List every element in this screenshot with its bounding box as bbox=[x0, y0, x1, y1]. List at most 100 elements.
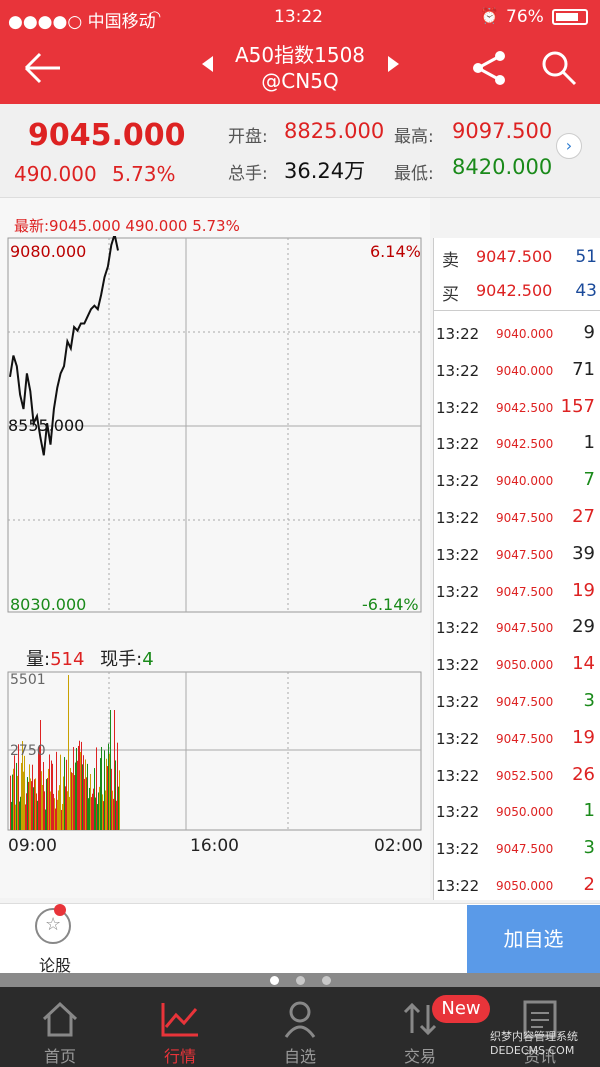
volume-bar bbox=[46, 779, 47, 830]
comment-button[interactable]: ☆ 论股 bbox=[30, 904, 80, 975]
expand-info-icon[interactable]: › bbox=[556, 133, 582, 159]
volume-bar bbox=[29, 764, 30, 830]
add-watchlist-button[interactable]: 加自选 bbox=[467, 905, 600, 973]
tab-watchlist-label: 自选 bbox=[283, 1047, 316, 1066]
tick-price: 9040.000 bbox=[496, 363, 554, 378]
tick-time: 13:22 bbox=[436, 472, 480, 491]
tick-price: 9047.500 bbox=[496, 731, 554, 746]
volume-bar bbox=[94, 768, 95, 830]
volume-bar bbox=[34, 779, 35, 830]
tab-home[interactable]: 首页 bbox=[0, 987, 120, 1067]
tick-row: 13:22 9050.000 1 bbox=[434, 796, 600, 832]
pct-top-label: 6.14% bbox=[370, 242, 421, 261]
volume-bar bbox=[113, 798, 114, 830]
tick-volume: 2 bbox=[583, 874, 595, 895]
latest-quote-line: 最新:9045.000 490.000 5.73% bbox=[14, 217, 240, 235]
search-icon[interactable] bbox=[538, 48, 578, 88]
volume-bar bbox=[52, 763, 53, 830]
volume-bar bbox=[117, 742, 118, 830]
tab-market-label: 行情 bbox=[163, 1047, 196, 1066]
alarm-icon: ⏰ bbox=[480, 7, 499, 25]
volume-bar bbox=[32, 764, 33, 830]
tick-price: 9052.500 bbox=[496, 768, 554, 783]
volume-bar bbox=[70, 767, 71, 830]
tick-panel[interactable]: 卖 9047.500 51 买 9042.500 43 13:22 9040.00… bbox=[433, 238, 600, 900]
x-axis-label-mid: 16:00 bbox=[190, 836, 239, 856]
volume-bar bbox=[68, 675, 69, 830]
volume-bar bbox=[88, 798, 89, 830]
volume-bar bbox=[87, 763, 88, 830]
volume-bar bbox=[11, 801, 12, 830]
volume-bar bbox=[91, 797, 92, 830]
volume-bar bbox=[10, 775, 11, 830]
volume-bar bbox=[73, 747, 74, 830]
volume-bar bbox=[60, 754, 61, 830]
volume-bar bbox=[77, 760, 78, 830]
orderbook-divider bbox=[434, 310, 600, 311]
battery-icon bbox=[552, 9, 588, 25]
volume-bar bbox=[36, 793, 37, 830]
share-icon[interactable] bbox=[470, 48, 510, 88]
tab-home-label: 首页 bbox=[43, 1047, 76, 1066]
sell-label: 卖 bbox=[442, 251, 459, 271]
volume-bar bbox=[64, 757, 65, 830]
volume-bar bbox=[82, 764, 83, 830]
volume-bar bbox=[111, 768, 112, 830]
clock-text: 13:22 bbox=[274, 7, 323, 27]
tick-time: 13:22 bbox=[436, 803, 480, 822]
comment-star-icon: ☆ bbox=[35, 908, 71, 944]
price-change-pct: 5.73% bbox=[112, 162, 176, 186]
buy-row: 买 9042.500 43 bbox=[442, 276, 597, 306]
high-label: 最高: bbox=[394, 127, 434, 147]
volume-bar bbox=[15, 804, 16, 830]
tick-row: 13:22 9042.500 157 bbox=[434, 392, 600, 428]
volume-bar bbox=[107, 766, 108, 830]
tab-watchlist[interactable]: 自选 bbox=[240, 987, 360, 1067]
tick-price: 9047.500 bbox=[496, 842, 554, 857]
volume-bar bbox=[41, 771, 42, 830]
volume-bar bbox=[109, 753, 110, 830]
tick-row: 13:22 9050.000 14 bbox=[434, 649, 600, 685]
tick-row: 13:22 9047.500 27 bbox=[434, 502, 600, 538]
next-contract-icon[interactable] bbox=[388, 56, 399, 72]
tick-time: 13:22 bbox=[436, 509, 480, 527]
volume-bar bbox=[98, 792, 99, 830]
tick-volume: 19 bbox=[572, 579, 595, 601]
tick-time: 13:22 bbox=[436, 545, 480, 564]
hand-value: 4 bbox=[142, 649, 154, 670]
tick-price: 9040.000 bbox=[496, 327, 554, 341]
tick-row: 13:22 9040.000 71 bbox=[434, 355, 600, 391]
volume-bar bbox=[19, 801, 20, 830]
volume-bar bbox=[63, 776, 64, 830]
back-arrow-icon[interactable] bbox=[20, 48, 64, 88]
volume-bar bbox=[62, 803, 63, 830]
volume-bar bbox=[83, 755, 84, 830]
status-bar: ●●●●○ 中国移动 ◠ 13:22 ⏰ 76% bbox=[0, 0, 600, 34]
volume-bar bbox=[81, 741, 82, 830]
volume-bar bbox=[80, 751, 81, 830]
tab-market[interactable]: 行情 bbox=[120, 987, 240, 1067]
tick-row: 13:22 9047.500 3 bbox=[434, 686, 600, 722]
volume-bar bbox=[31, 781, 32, 830]
volume-bar bbox=[54, 798, 55, 830]
y-axis-mid-label: 8555.000 bbox=[8, 416, 85, 435]
volume-bar bbox=[21, 762, 22, 830]
volume-bar bbox=[101, 746, 102, 830]
page-dot bbox=[322, 976, 331, 985]
volume-bar bbox=[116, 800, 117, 830]
tick-volume: 3 bbox=[583, 690, 595, 711]
volume-bar bbox=[79, 740, 80, 830]
volume-bar bbox=[67, 791, 68, 830]
tick-price: 9042.500 bbox=[496, 400, 554, 415]
volume-bar bbox=[45, 809, 46, 830]
last-price: 9045.000 bbox=[28, 118, 186, 153]
volume-bar bbox=[51, 760, 52, 830]
sell-price: 9047.500 bbox=[476, 247, 553, 266]
volume-bar bbox=[40, 720, 41, 830]
volume-bar bbox=[74, 775, 75, 830]
volume-bar bbox=[103, 801, 104, 830]
volume-bar bbox=[119, 770, 120, 830]
volume-bar bbox=[89, 787, 90, 830]
tick-row: 13:22 9042.500 1 bbox=[434, 428, 600, 464]
volume-bar bbox=[72, 773, 73, 830]
